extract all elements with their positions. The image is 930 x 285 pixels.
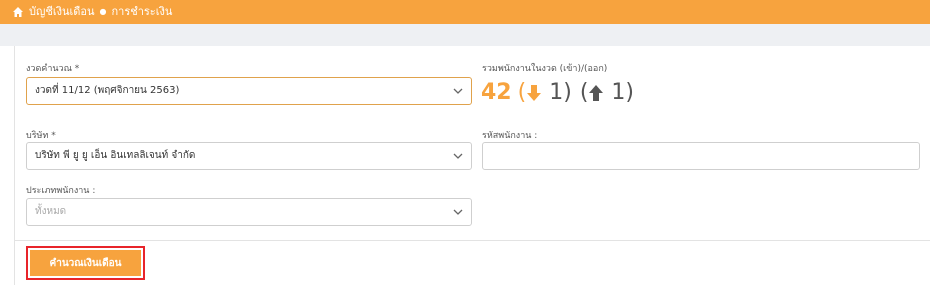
arrow-down-icon <box>527 85 542 101</box>
chevron-down-icon <box>453 153 463 159</box>
chevron-down-icon <box>453 209 463 215</box>
employee-code-input[interactable] <box>482 142 920 170</box>
employee-type-label: ประเภทพนักงาน : <box>26 186 96 196</box>
employee-type-select[interactable]: ทั้งหมด <box>26 198 472 226</box>
company-select[interactable]: บริษัท พี ยู ยู เอ็น อินเทลลิเจนท์ จำกัด <box>26 142 472 170</box>
breadcrumb-item-payroll[interactable]: บัญชีเงินเดือน <box>29 0 95 24</box>
period-label: งวดคำนวณ * <box>26 64 80 74</box>
page-header-band <box>0 24 930 46</box>
period-select[interactable]: งวดที่ 11/12 (พฤศจิกายน 2563) <box>26 77 472 105</box>
breadcrumb-bar: บัญชีเงินเดือน ● การชำระเงิน <box>0 0 930 24</box>
employee-summary: 42 ( 1) ( 1) <box>481 80 634 105</box>
form-divider <box>14 240 930 241</box>
employee-code-label: รหัสพนักงาน : <box>482 131 538 141</box>
summary-label: รวมพนักงานในงวด (เข้า)/(ออก) <box>482 64 608 74</box>
breadcrumb-item-payment: การชำระเงิน <box>111 5 173 18</box>
calculate-button-highlight: คำนวณเงินเดือน <box>26 246 145 280</box>
company-select-value: บริษัท พี ยู ยู เอ็น อินเทลลิเจนท์ จำกัด <box>35 150 196 161</box>
employee-in-group: ( 1) <box>517 80 572 105</box>
employee-out-group: ( 1) <box>579 80 634 105</box>
home-icon[interactable] <box>12 6 24 18</box>
employee-in-count: 1 <box>549 80 564 105</box>
period-select-value: งวดที่ 11/12 (พฤศจิกายน 2563) <box>35 85 180 96</box>
calculate-payroll-button[interactable]: คำนวณเงินเดือน <box>30 250 141 276</box>
company-label: บริษัท * <box>26 131 56 141</box>
chevron-down-icon <box>453 88 463 94</box>
employee-type-select-value: ทั้งหมด <box>35 206 67 217</box>
arrow-up-icon <box>589 85 604 101</box>
employee-out-count: 1 <box>611 80 626 105</box>
breadcrumb-separator: ● <box>99 7 107 16</box>
employee-total: 42 <box>481 80 512 105</box>
